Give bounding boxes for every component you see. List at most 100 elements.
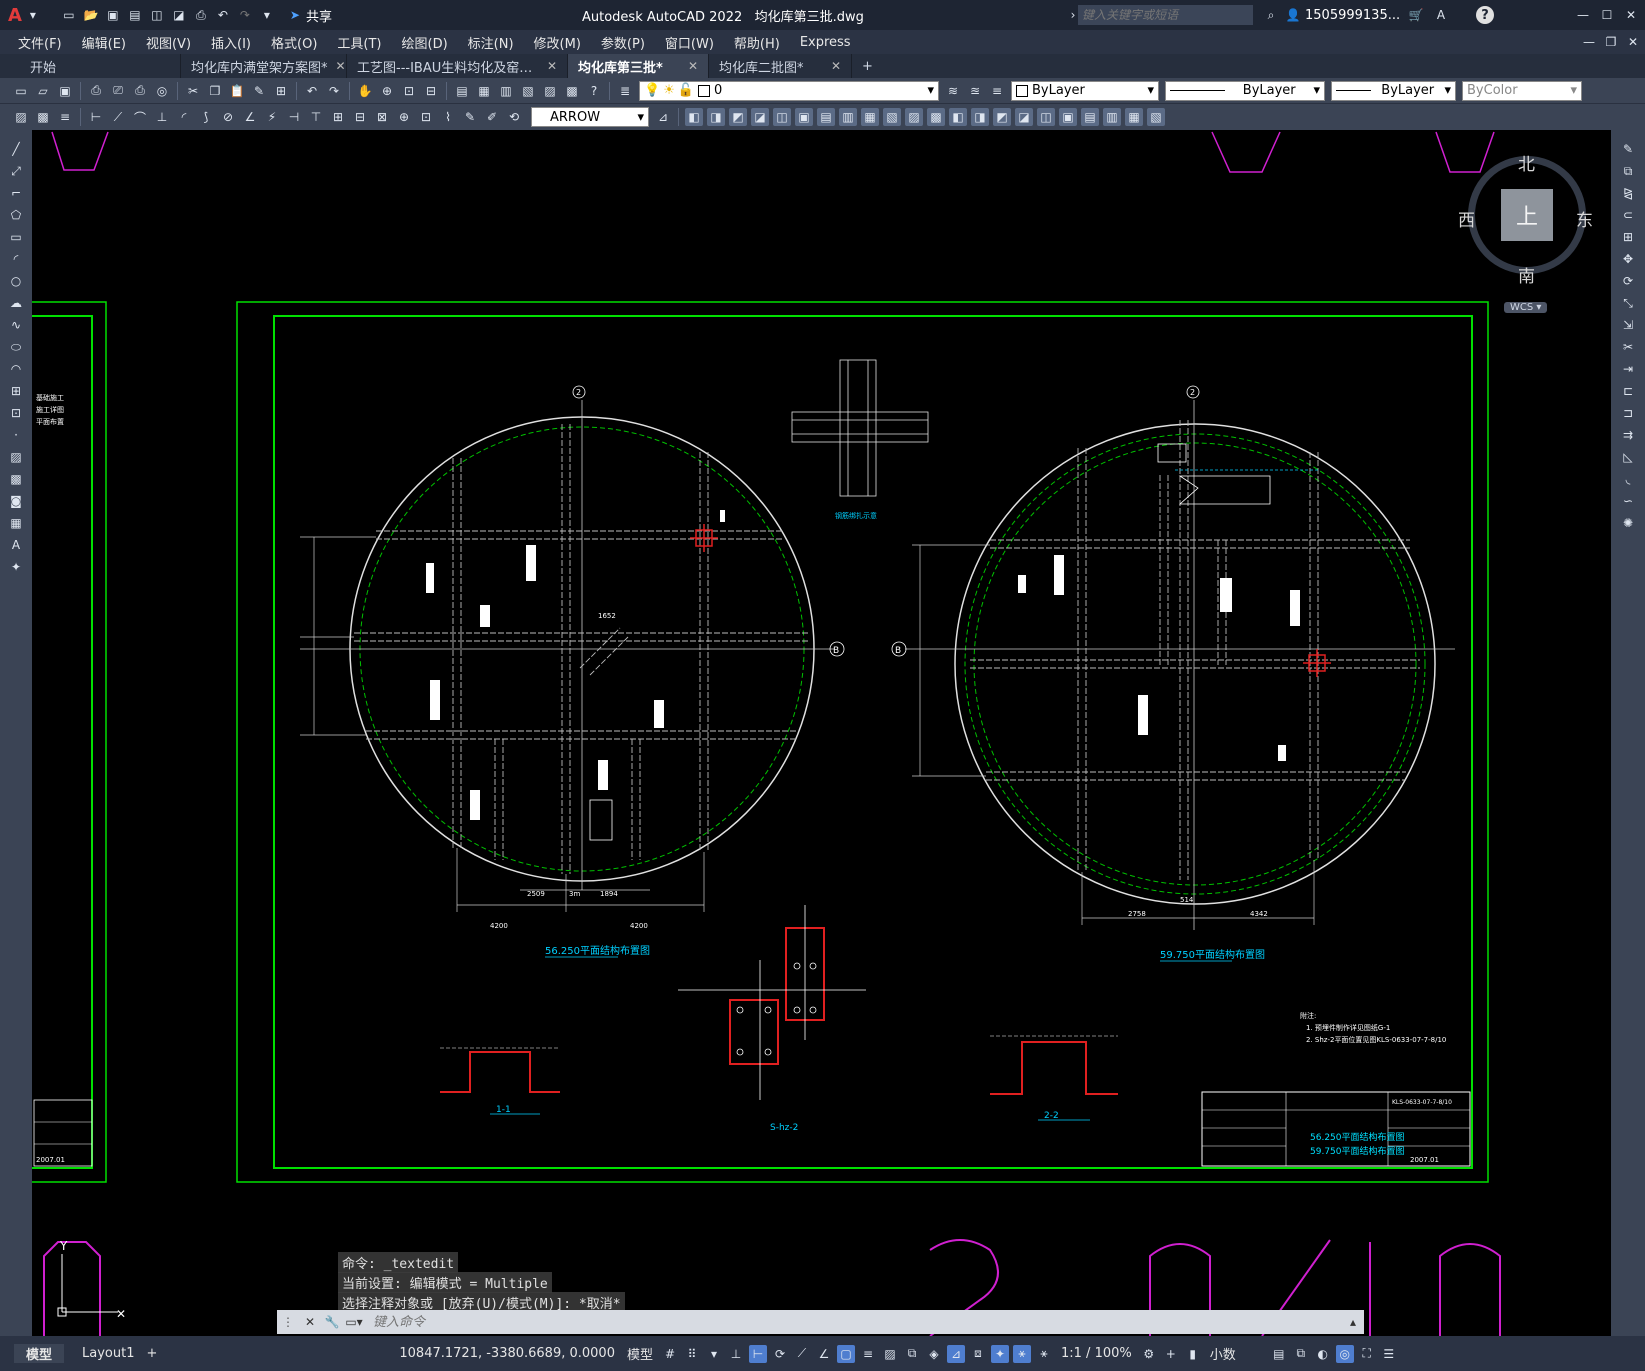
- auto-scale-icon[interactable]: ⚹: [1035, 1345, 1053, 1363]
- menu-dimension[interactable]: 标注(N): [458, 33, 524, 52]
- cart-icon[interactable]: 🛒: [1407, 6, 1425, 24]
- dim-edit-icon[interactable]: ✎: [461, 108, 479, 126]
- hardware-acceleration-icon[interactable]: ◎: [1335, 1344, 1354, 1363]
- quickcalc-icon[interactable]: ▩: [563, 82, 581, 100]
- thicken-icon[interactable]: ▨: [905, 108, 923, 126]
- 3d-print-icon[interactable]: ◎: [153, 82, 171, 100]
- tab-close-icon[interactable]: ✕: [336, 59, 346, 73]
- help-icon[interactable]: ?: [585, 82, 603, 100]
- plot-icon[interactable]: ⎙: [192, 6, 210, 24]
- command-prompt-icon[interactable]: ▭▾: [345, 1313, 363, 1331]
- fillet-edge-icon[interactable]: ◪: [1015, 108, 1033, 126]
- object-snap-icon[interactable]: ▢: [837, 1344, 855, 1363]
- viewcube-south[interactable]: 南: [1518, 262, 1535, 287]
- ellipse-icon[interactable]: ⬭: [7, 338, 25, 356]
- ordinate-dim-icon[interactable]: ⊥: [153, 108, 171, 126]
- lineweight-icon[interactable]: ≡: [859, 1345, 877, 1363]
- transparency-icon[interactable]: ▨: [881, 1345, 899, 1363]
- dim-update-icon[interactable]: ⟲: [505, 108, 523, 126]
- drawing-canvas[interactable]: 基础施工 施工详图 平面布置 2007.01 4200 2509 1894 42…: [32, 130, 1611, 1336]
- polygon-icon[interactable]: ⬠: [7, 206, 25, 224]
- app-logo[interactable]: A: [8, 5, 22, 26]
- check-icon[interactable]: ◩: [993, 108, 1011, 126]
- interfere-icon[interactable]: ▥: [1103, 108, 1121, 126]
- lock-ui-icon[interactable]: ⧉: [1292, 1345, 1310, 1363]
- menu-format[interactable]: 格式(O): [261, 33, 327, 52]
- share-button[interactable]: ➤ 共享: [284, 6, 332, 25]
- linetype-combo[interactable]: ByLayer ▾: [1165, 80, 1325, 101]
- tab-close-icon[interactable]: ✕: [831, 59, 841, 73]
- open-file-icon[interactable]: 📂: [82, 6, 100, 24]
- customize-qat-icon[interactable]: ▾: [258, 6, 276, 24]
- menu-modify[interactable]: 修改(M): [524, 33, 591, 52]
- continue-dim-icon[interactable]: ⊤: [307, 108, 325, 126]
- new-file-icon[interactable]: ▭: [60, 6, 78, 24]
- design-center-icon[interactable]: ▦: [475, 82, 493, 100]
- plot-preview-icon[interactable]: ⎚: [109, 82, 127, 100]
- zoom-window-icon[interactable]: ⊡: [400, 82, 418, 100]
- join-icon[interactable]: ⇉: [1619, 426, 1637, 444]
- publish-icon[interactable]: ⎙: [131, 82, 149, 100]
- angular-dim-icon[interactable]: ∠: [241, 108, 259, 126]
- erase-icon[interactable]: ✎: [1619, 140, 1637, 158]
- dynamic-ucs-icon[interactable]: ⊿: [947, 1344, 965, 1363]
- close-icon[interactable]: ✕: [1622, 6, 1640, 24]
- shell-icon[interactable]: ◨: [971, 108, 989, 126]
- convert-solid-icon[interactable]: ▦: [1125, 108, 1143, 126]
- chevron-down-icon[interactable]: ▾: [705, 1345, 723, 1363]
- add-layout-button[interactable]: +: [140, 1346, 163, 1361]
- move-icon[interactable]: ✥: [1619, 250, 1637, 268]
- isolate-objects-icon[interactable]: ◐: [1314, 1345, 1332, 1363]
- fillet-icon[interactable]: ◟: [1619, 470, 1637, 488]
- loft-icon[interactable]: ▦: [861, 108, 879, 126]
- menu-express[interactable]: Express: [790, 35, 861, 50]
- units-combo[interactable]: 小数: [1204, 1344, 1268, 1363]
- undo-icon[interactable]: ↶: [214, 6, 232, 24]
- polyline-icon[interactable]: ⌐: [7, 184, 25, 202]
- new-icon[interactable]: ▭: [12, 82, 30, 100]
- dynamic-input-icon[interactable]: ⊢: [749, 1344, 767, 1363]
- attach-icon[interactable]: ▩: [34, 108, 52, 126]
- menu-draw[interactable]: 绘图(D): [392, 33, 458, 52]
- explode-icon[interactable]: ✺: [1619, 514, 1637, 532]
- make-block-icon[interactable]: ⊡: [7, 404, 25, 422]
- tab-active-drawing[interactable]: 均化库第三批* ✕: [568, 54, 709, 78]
- annotation-monitor-icon[interactable]: +: [1162, 1345, 1180, 1363]
- redo-icon[interactable]: ↷: [236, 6, 254, 24]
- markup-icon[interactable]: ▨: [541, 82, 559, 100]
- copy-object-icon[interactable]: ⧉: [1619, 162, 1637, 180]
- menu-parametric[interactable]: 参数(P): [591, 33, 655, 52]
- command-input[interactable]: [371, 1313, 1275, 1331]
- workspace-gear-icon[interactable]: ⚙: [1140, 1345, 1158, 1363]
- dim-text-edit-icon[interactable]: ✐: [483, 108, 501, 126]
- layers-icon[interactable]: ≡: [56, 108, 74, 126]
- imprint-icon[interactable]: ▩: [927, 108, 945, 126]
- search-input[interactable]: [1078, 5, 1253, 25]
- redo-icon[interactable]: ↷: [325, 82, 343, 100]
- menu-file[interactable]: 文件(F): [8, 33, 72, 52]
- save-as-icon[interactable]: ▤: [126, 6, 144, 24]
- solid-intersect-icon[interactable]: ◪: [751, 108, 769, 126]
- app-menu-chevron-icon[interactable]: ▾: [24, 6, 42, 24]
- separate-icon[interactable]: ◧: [949, 108, 967, 126]
- customize-icon[interactable]: 🔧: [323, 1313, 341, 1331]
- 3d-osnap-icon[interactable]: ◈: [925, 1345, 943, 1363]
- object-snap-tracking-icon[interactable]: ∠: [815, 1345, 833, 1363]
- make-current-icon[interactable]: ≋: [944, 82, 962, 100]
- viewcube-north[interactable]: 北: [1518, 150, 1535, 175]
- trim-icon[interactable]: ✂: [1619, 338, 1637, 356]
- pan-icon[interactable]: ✋: [356, 82, 374, 100]
- close-command-icon[interactable]: ✕: [301, 1313, 319, 1331]
- radius-dim-icon[interactable]: ◜: [175, 108, 193, 126]
- solid-subtract-icon[interactable]: ◩: [729, 108, 747, 126]
- maximize-icon[interactable]: ☐: [1598, 6, 1616, 24]
- menu-view[interactable]: 视图(V): [136, 33, 201, 52]
- help-button[interactable]: ?: [1476, 6, 1494, 24]
- spline-icon[interactable]: ∿: [7, 316, 25, 334]
- sheet-set-icon[interactable]: ▧: [519, 82, 537, 100]
- rotate-icon[interactable]: ⟳: [1619, 272, 1637, 290]
- diameter-dim-icon[interactable]: ⊘: [219, 108, 237, 126]
- copy-icon[interactable]: ❐: [206, 82, 224, 100]
- menu-window[interactable]: 窗口(W): [655, 33, 724, 52]
- linear-dim-icon[interactable]: ⊢: [87, 108, 105, 126]
